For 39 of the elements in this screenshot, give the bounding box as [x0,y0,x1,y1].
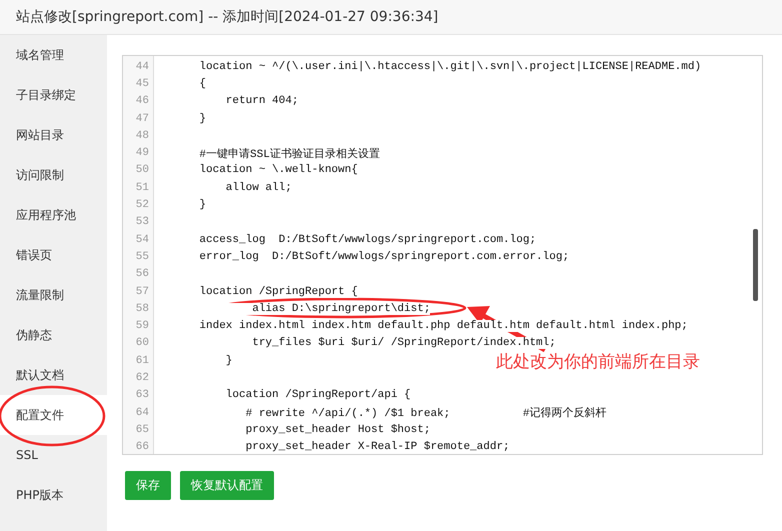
line-number: 44 [134,60,149,73]
line-number: 60 [134,337,149,350]
sidebar-item[interactable]: PHP版本 [0,475,107,515]
sidebar-item[interactable]: 默认文档 [0,355,107,395]
window-title: 站点修改[springreport.com] -- 添加时间[2024-01-27 09:36:34] [16,8,438,26]
line-number: 53 [134,216,149,228]
line-number: 64 [134,406,149,419]
scrollbar-thumb[interactable] [753,229,758,301]
line-number: 47 [134,112,149,125]
line-number: 45 [134,78,149,90]
line-number: 62 [134,372,149,384]
line-number: 57 [134,286,149,298]
line-number: 55 [134,250,149,263]
sidebar-item[interactable]: 错误页 [0,235,107,275]
sidebar-item[interactable]: 网站目录 [0,115,107,155]
sidebar-item[interactable]: 子目录绑定 [0,75,107,115]
line-number: 58 [134,302,149,315]
line-number: 52 [134,199,149,212]
sidebar-item[interactable]: 域名管理 [0,35,107,75]
sidebar-item[interactable]: 访问限制 [0,155,107,195]
line-number: 49 [134,147,149,160]
sidebar-item[interactable]: SSL [0,435,107,475]
line-number: 48 [134,130,149,142]
sidebar-item[interactable]: 伪静态 [0,315,107,355]
line-number: 46 [134,95,149,108]
line-number: 59 [134,320,149,332]
line-number: 61 [134,354,149,367]
sidebar-item[interactable]: 应用程序池 [0,195,107,235]
sidebar-item[interactable]: 配置文件 [0,395,107,435]
line-number: 51 [134,182,149,194]
line-number: 50 [134,164,149,176]
line-number: 56 [134,268,149,280]
code-editor[interactable] [122,55,763,455]
annotation-text: 此处改为你的前端所在目录 [496,351,700,373]
sidebar-item[interactable]: 流量限制 [0,275,107,315]
line-number: 54 [134,234,149,246]
line-number: 65 [134,424,149,436]
line-number: 63 [134,389,149,402]
line-number: 66 [134,441,149,454]
